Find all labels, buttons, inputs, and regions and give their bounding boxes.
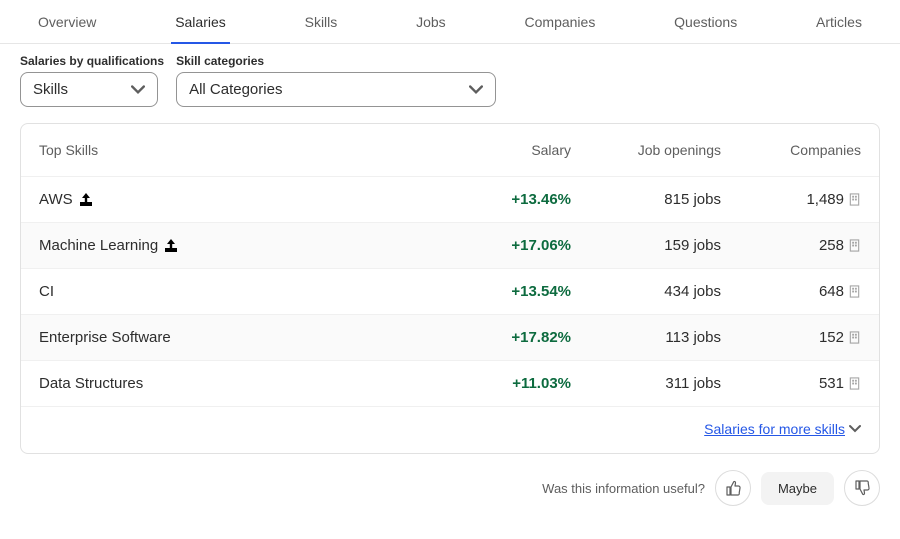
filters-row: Salaries by qualifications Skills Skill …	[0, 46, 900, 123]
jobs-cell[interactable]: 159 jobs	[571, 237, 721, 254]
skill-cell[interactable]: CI	[39, 283, 451, 300]
skill-cell[interactable]: Data Structures	[39, 375, 451, 392]
tab-companies[interactable]: Companies	[515, 0, 606, 43]
skill-name: Machine Learning	[39, 237, 158, 254]
building-icon	[848, 377, 861, 390]
more-skills-link[interactable]: Salaries for more skills	[704, 421, 861, 437]
salary-cell: +13.54%	[451, 283, 571, 300]
table-header: Top Skills Salary Job openings Companies	[21, 124, 879, 176]
salary-cell: +13.46%	[451, 191, 571, 208]
companies-count: 152	[819, 329, 844, 346]
feedback-prompt: Was this information useful?	[542, 481, 705, 496]
skill-cell[interactable]: Enterprise Software	[39, 329, 451, 346]
skill-name: AWS	[39, 191, 73, 208]
categories-select[interactable]: All Categories	[176, 72, 496, 107]
filter-qualifications-group: Salaries by qualifications Skills	[20, 54, 164, 107]
expand-row: Salaries for more skills	[21, 406, 879, 453]
filter-qualifications-label: Salaries by qualifications	[20, 54, 164, 68]
header-salary: Salary	[451, 142, 571, 158]
companies-cell[interactable]: 531	[721, 375, 861, 392]
jobs-cell[interactable]: 311 jobs	[571, 375, 721, 392]
table-row: AWS +13.46%815 jobs 1,489	[21, 176, 879, 222]
feedback-bar: Was this information useful? Maybe	[0, 470, 900, 520]
skill-cell[interactable]: Machine Learning	[39, 237, 451, 254]
companies-count: 258	[819, 237, 844, 254]
header-skill: Top Skills	[39, 142, 451, 158]
companies-count: 648	[819, 283, 844, 300]
skill-name: CI	[39, 283, 54, 300]
skill-name: Data Structures	[39, 375, 143, 392]
companies-count: 531	[819, 375, 844, 392]
chevron-down-icon	[849, 423, 861, 435]
table-row: Enterprise Software +17.82%113 jobs 152	[21, 314, 879, 360]
rising-icon	[164, 239, 178, 253]
salary-cell: +17.06%	[451, 237, 571, 254]
jobs-cell[interactable]: 434 jobs	[571, 283, 721, 300]
chevron-down-icon	[469, 83, 483, 97]
categories-select-value: All Categories	[189, 81, 282, 98]
thumbs-down-button[interactable]	[844, 470, 880, 506]
filter-categories-group: Skill categories All Categories	[176, 54, 496, 107]
tab-salaries[interactable]: Salaries	[165, 0, 236, 43]
jobs-cell[interactable]: 113 jobs	[571, 329, 721, 346]
chevron-down-icon	[131, 83, 145, 97]
skills-salary-card: Top Skills Salary Job openings Companies…	[20, 123, 880, 454]
skill-cell[interactable]: AWS	[39, 191, 451, 208]
building-icon	[848, 193, 861, 206]
table-row: Data Structures +11.03%311 jobs 531	[21, 360, 879, 406]
tab-skills[interactable]: Skills	[295, 0, 348, 43]
filter-categories-label: Skill categories	[176, 54, 496, 68]
salary-cell: +11.03%	[451, 375, 571, 392]
companies-cell[interactable]: 1,489	[721, 191, 861, 208]
tab-overview[interactable]: Overview	[28, 0, 106, 43]
table-row: Machine Learning +17.06%159 jobs 258	[21, 222, 879, 268]
tab-articles[interactable]: Articles	[806, 0, 872, 43]
skill-name: Enterprise Software	[39, 329, 171, 346]
tabs-nav: Overview Salaries Skills Jobs Companies Quest…	[0, 0, 900, 44]
jobs-cell[interactable]: 815 jobs	[571, 191, 721, 208]
qualifications-select-value: Skills	[33, 81, 68, 98]
companies-cell[interactable]: 648	[721, 283, 861, 300]
header-jobs: Job openings	[571, 142, 721, 158]
thumbs-down-icon	[854, 480, 870, 496]
salary-cell: +17.82%	[451, 329, 571, 346]
rising-icon	[79, 193, 93, 207]
table-row: CI +13.54%434 jobs 648	[21, 268, 879, 314]
companies-cell[interactable]: 258	[721, 237, 861, 254]
companies-count: 1,489	[806, 191, 844, 208]
header-companies: Companies	[721, 142, 861, 158]
building-icon	[848, 285, 861, 298]
building-icon	[848, 239, 861, 252]
tab-questions[interactable]: Questions	[664, 0, 747, 43]
thumbs-up-icon	[725, 480, 741, 496]
companies-cell[interactable]: 152	[721, 329, 861, 346]
more-skills-label: Salaries for more skills	[704, 421, 845, 437]
maybe-button[interactable]: Maybe	[761, 472, 834, 505]
tab-jobs[interactable]: Jobs	[406, 0, 456, 43]
qualifications-select[interactable]: Skills	[20, 72, 158, 107]
building-icon	[848, 331, 861, 344]
thumbs-up-button[interactable]	[715, 470, 751, 506]
